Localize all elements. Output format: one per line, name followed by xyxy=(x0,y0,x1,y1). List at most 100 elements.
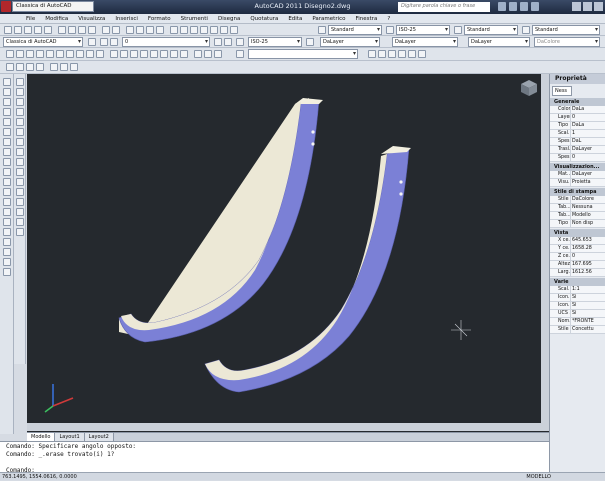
sphere-icon[interactable] xyxy=(120,50,128,58)
calculator-icon[interactable] xyxy=(220,26,228,34)
copy-object-icon[interactable] xyxy=(16,88,24,96)
cut-icon[interactable] xyxy=(58,26,66,34)
print-icon[interactable] xyxy=(34,26,42,34)
markup-icon[interactable] xyxy=(210,26,218,34)
multiline-text-icon[interactable] xyxy=(3,258,11,266)
property-value[interactable]: DaLa xyxy=(570,122,605,129)
property-row[interactable]: Tipo ...Non disp xyxy=(550,220,605,228)
line-icon[interactable] xyxy=(3,78,11,86)
property-row[interactable]: Stile ...DaColore xyxy=(550,196,605,204)
property-row[interactable]: Icon...Sì xyxy=(550,302,605,310)
cylinder-icon[interactable] xyxy=(130,50,138,58)
fillet-icon[interactable] xyxy=(16,218,24,226)
chamfer-icon[interactable] xyxy=(16,208,24,216)
property-value[interactable]: 1658.28 xyxy=(570,245,605,252)
offset-icon[interactable] xyxy=(16,108,24,116)
maximize-icon[interactable] xyxy=(583,2,592,11)
arc-icon[interactable] xyxy=(3,128,11,136)
horizontal-scrollbar[interactable] xyxy=(27,423,549,431)
layer-previous-icon[interactable] xyxy=(224,38,232,46)
dim-style-select[interactable]: ISO-25 xyxy=(396,25,450,35)
spline-icon[interactable] xyxy=(3,158,11,166)
visual-style-select[interactable] xyxy=(248,49,358,59)
tab-layout2[interactable]: Layout2 xyxy=(84,433,114,441)
open-icon[interactable] xyxy=(14,26,22,34)
layer-manager-icon[interactable] xyxy=(100,38,108,46)
property-row[interactable]: Icon...Sì xyxy=(550,294,605,302)
property-row[interactable]: Nom...*FRONTE xyxy=(550,318,605,326)
match-properties-icon[interactable] xyxy=(88,26,96,34)
break-icon[interactable] xyxy=(16,188,24,196)
properties-icon[interactable] xyxy=(170,26,178,34)
box-icon[interactable] xyxy=(110,50,118,58)
property-group-header[interactable]: Generale xyxy=(550,98,605,106)
tab-modello[interactable]: Modello xyxy=(27,433,56,441)
property-value[interactable]: 0 xyxy=(570,114,605,121)
paste-icon[interactable] xyxy=(78,26,86,34)
menu-item-finestra[interactable]: Finestra xyxy=(356,16,378,22)
property-row[interactable]: Scal...1:1 xyxy=(550,286,605,294)
redo-icon[interactable] xyxy=(112,26,120,34)
make-current-icon[interactable] xyxy=(214,38,222,46)
workspace-settings-icon[interactable] xyxy=(88,38,96,46)
layer-on-icon[interactable] xyxy=(110,38,118,46)
sweep-icon[interactable] xyxy=(50,63,58,71)
property-row[interactable]: Layer0 xyxy=(550,114,605,122)
mleader-style-select[interactable]: Standard xyxy=(532,25,600,35)
sheet-set-icon[interactable] xyxy=(200,26,208,34)
view-ne-iso-icon[interactable] xyxy=(86,50,94,58)
join-icon[interactable] xyxy=(16,198,24,206)
intersect-icon[interactable] xyxy=(214,50,222,58)
gradient-icon[interactable] xyxy=(3,228,11,236)
menu-item-quotatura[interactable]: Quotatura xyxy=(250,16,278,22)
star-icon[interactable] xyxy=(520,2,528,11)
menu-item-edita[interactable]: Edita xyxy=(288,16,302,22)
property-row[interactable]: Tipo ...DaLa xyxy=(550,122,605,130)
planar-surface-icon[interactable] xyxy=(36,63,44,71)
revolve-icon[interactable] xyxy=(180,50,188,58)
hidden-icon[interactable] xyxy=(388,50,396,58)
conceptual-icon[interactable] xyxy=(408,50,416,58)
vertical-scrollbar[interactable] xyxy=(541,74,549,423)
dimension-icon[interactable] xyxy=(236,38,244,46)
property-value[interactable]: Concettu xyxy=(570,326,605,333)
property-row[interactable]: Scal...1 xyxy=(550,130,605,138)
menu-item-file[interactable]: File xyxy=(26,16,35,22)
search-icon[interactable] xyxy=(498,2,506,11)
property-row[interactable]: Tab... Nessuna xyxy=(550,204,605,212)
visual-style-manager-icon[interactable] xyxy=(418,50,426,58)
color-select[interactable]: DaLayer xyxy=(320,37,380,47)
property-value[interactable]: Sì xyxy=(570,302,605,309)
view-se-iso-icon[interactable] xyxy=(76,50,84,58)
property-value[interactable]: DaLayer xyxy=(570,171,605,178)
save-icon[interactable] xyxy=(24,26,32,34)
property-value[interactable]: Sì xyxy=(570,294,605,301)
menu-item-strumenti[interactable]: Strumenti xyxy=(181,16,208,22)
scale-icon[interactable] xyxy=(16,148,24,156)
array-icon[interactable] xyxy=(16,118,24,126)
rectangle-icon[interactable] xyxy=(3,118,11,126)
table-icon[interactable] xyxy=(3,248,11,256)
menu-item-visualizza[interactable]: Visualizza xyxy=(78,16,105,22)
circle-icon[interactable] xyxy=(3,138,11,146)
move-icon[interactable] xyxy=(16,128,24,136)
polygon-icon[interactable] xyxy=(3,108,11,116)
view-top-icon[interactable] xyxy=(6,50,14,58)
loft-icon[interactable] xyxy=(60,63,68,71)
undo-icon[interactable] xyxy=(102,26,110,34)
ellipse-icon[interactable] xyxy=(3,168,11,176)
property-value[interactable]: DaLayer xyxy=(570,146,605,153)
property-row[interactable]: Larg...1612.56 xyxy=(550,269,605,277)
property-value[interactable]: 0 xyxy=(570,154,605,161)
property-row[interactable]: Visu...Proietta xyxy=(550,179,605,187)
wireframe-2d-icon[interactable] xyxy=(368,50,376,58)
property-row[interactable]: Spes...DaL xyxy=(550,138,605,146)
add-selected-icon[interactable] xyxy=(3,268,11,276)
view-front-icon[interactable] xyxy=(46,50,54,58)
realistic-icon[interactable] xyxy=(398,50,406,58)
design-center-icon[interactable] xyxy=(180,26,188,34)
view-back-icon[interactable] xyxy=(56,50,64,58)
property-value[interactable]: *FRONTE xyxy=(570,318,605,325)
property-row[interactable]: Stile ...Concettu xyxy=(550,326,605,334)
wedge-icon[interactable] xyxy=(150,50,158,58)
